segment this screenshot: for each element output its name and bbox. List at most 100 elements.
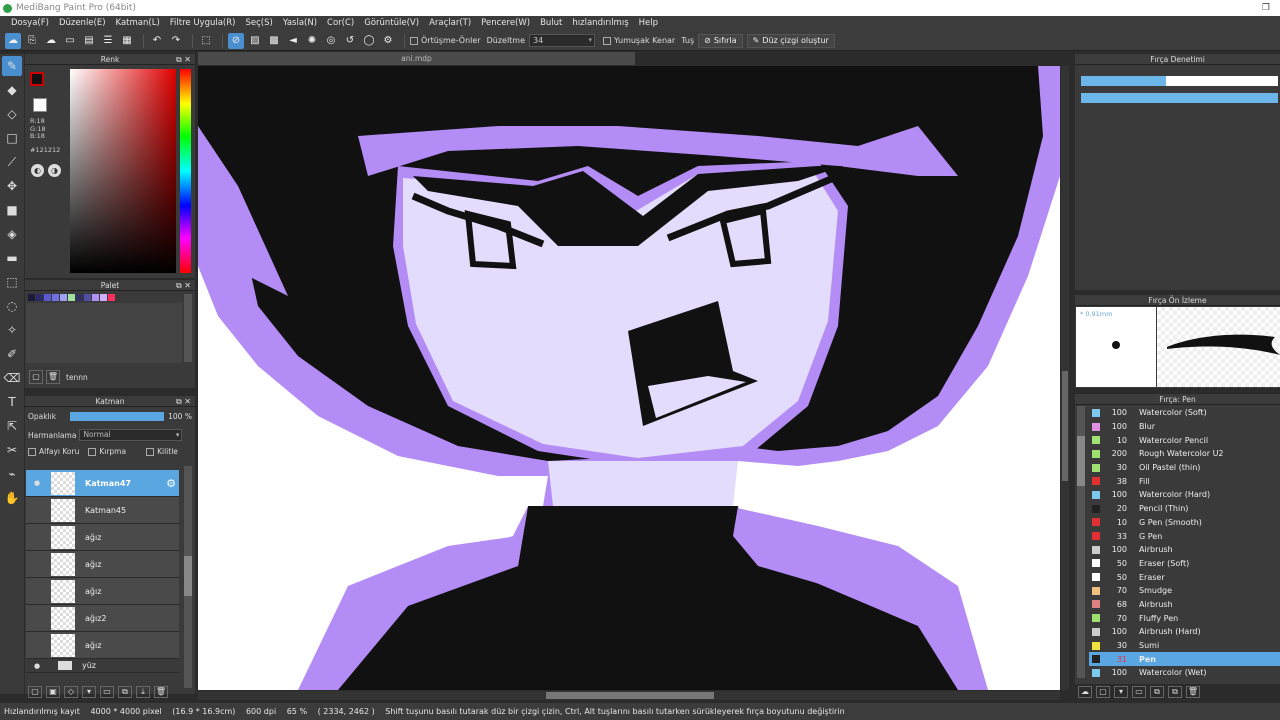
brush-item[interactable]: 100 Watercolor (Soft) — [1089, 406, 1280, 420]
select-rect-tool-icon[interactable]: ⬚ — [2, 272, 22, 292]
restore-button[interactable]: ❐ — [1262, 0, 1270, 16]
background-color-swatch[interactable] — [33, 98, 47, 112]
layer-row[interactable]: ağız — [26, 524, 179, 551]
bucket-tool-icon[interactable]: ◈ — [2, 224, 22, 244]
canvas-horizontal-scrollbar[interactable] — [198, 691, 1060, 700]
blend-select[interactable]: Normal — [79, 429, 183, 441]
snap-vanish-icon[interactable]: ◄ — [285, 33, 301, 49]
gradient-tool-icon[interactable]: ▬ — [2, 248, 22, 268]
soft-edge-checkbox[interactable]: Yumuşak Kenar — [603, 36, 675, 45]
brush-delete-icon[interactable]: 🗑 — [1186, 686, 1200, 698]
correction-select[interactable]: 34 — [529, 34, 596, 47]
grid-icon[interactable]: ▦ — [119, 33, 135, 49]
brush-list-scrollbar[interactable] — [1077, 406, 1085, 678]
brush-mode-icon[interactable]: ☁ — [5, 32, 21, 49]
opacity-slider[interactable] — [70, 412, 165, 421]
palette-swatch[interactable] — [100, 294, 107, 301]
brush-copy-icon[interactable]: ⧉ — [1150, 686, 1164, 698]
cloud-icon[interactable]: ☁ — [43, 33, 59, 49]
palette-swatch[interactable] — [44, 294, 51, 301]
delete-layer-icon[interactable]: 🗑 — [154, 686, 168, 698]
scroll-thumb[interactable] — [184, 556, 192, 596]
scroll-thumb[interactable] — [1062, 371, 1068, 481]
eraser2-tool-icon[interactable]: ◇ — [2, 104, 22, 124]
palette-swatch[interactable] — [92, 294, 99, 301]
menu-item[interactable]: Bulut — [535, 16, 567, 31]
alpha-lock-checkbox[interactable] — [28, 447, 36, 456]
palette-swatch[interactable] — [60, 294, 67, 301]
snap-circle-icon[interactable]: ◎ — [323, 33, 339, 49]
brush-item[interactable]: 100 Airbrush (Hard) — [1089, 625, 1280, 639]
brush-menu-icon[interactable]: ▾ — [1114, 686, 1128, 698]
eraser-tool-icon[interactable]: ◆ — [2, 80, 22, 100]
panel-controls[interactable]: ⧉ ✕ — [176, 280, 191, 291]
snap-cross-icon[interactable]: ▩ — [266, 33, 282, 49]
snap-parallel-icon[interactable]: ▨ — [247, 33, 263, 49]
checkbox-box[interactable] — [603, 36, 612, 45]
divide-tool-icon[interactable]: ✂ — [2, 440, 22, 460]
brush-item[interactable]: 31 Pen — [1089, 652, 1280, 667]
snap-off-icon[interactable]: ⊘ — [228, 32, 244, 49]
drawing-canvas[interactable] — [198, 66, 1060, 690]
new-file-icon[interactable]: ⎘ — [24, 33, 40, 49]
undo-icon[interactable]: ↶ — [149, 33, 165, 49]
hue-slider[interactable] — [180, 69, 191, 273]
layer-folder-row[interactable]: ● yüz — [26, 659, 179, 673]
snap-settings-icon[interactable]: ⚙ — [380, 33, 396, 49]
redo-icon[interactable]: ↷ — [168, 33, 184, 49]
text-tool-icon[interactable]: T — [2, 392, 22, 412]
palette-swatch[interactable] — [28, 294, 35, 301]
overlap-checkbox[interactable]: Örtüşme-Önler — [410, 36, 481, 45]
brush-item[interactable]: 70 Smudge — [1089, 584, 1280, 598]
palette-area[interactable] — [26, 303, 182, 363]
new-1bit-layer-icon[interactable]: ◇ — [64, 686, 78, 698]
straight-line-button[interactable]: ✎ Düz çizgi oluştur — [746, 33, 835, 48]
panel-controls[interactable]: ⧉ ✕ — [176, 396, 191, 407]
lasso-tool-icon[interactable]: ◌ — [2, 296, 22, 316]
menu-item[interactable]: Filtre Uygula(R) — [165, 16, 241, 31]
brush-opacity-slider[interactable] — [1081, 93, 1278, 103]
color-history-icon[interactable]: ◑ — [48, 164, 61, 177]
canvas-vertical-scrollbar[interactable] — [1061, 66, 1069, 690]
visibility-eye-icon[interactable]: ● — [26, 479, 48, 487]
palette-swatch[interactable] — [68, 294, 75, 301]
layer-row[interactable]: ağız — [26, 632, 179, 659]
brush-duplicate-icon[interactable]: ⧉ — [1168, 686, 1182, 698]
menu-item[interactable]: Araçlar(T) — [424, 16, 476, 31]
visibility-eye-icon[interactable]: ● — [26, 662, 48, 670]
menu-item[interactable]: Görüntüle(V) — [359, 16, 424, 31]
new-8bit-layer-icon[interactable]: ▣ — [46, 686, 60, 698]
brush-item[interactable]: 70 Fluffy Pen — [1089, 611, 1280, 625]
page-icon[interactable]: ▤ — [81, 33, 97, 49]
brush-folder-icon[interactable]: ▭ — [1132, 686, 1146, 698]
panel-controls[interactable]: ⧉ ✕ — [176, 54, 191, 65]
new-layer-icon[interactable]: ▢ — [28, 686, 42, 698]
snap-curve-icon[interactable]: ↺ — [342, 33, 358, 49]
checkbox-box[interactable] — [410, 36, 418, 45]
brush-item[interactable]: 10 Watercolor Pencil — [1089, 433, 1280, 447]
brush-item[interactable]: 10 G Pen (Smooth) — [1089, 516, 1280, 530]
palette-swatch[interactable] — [76, 294, 83, 301]
palette-scrollbar[interactable] — [184, 294, 192, 362]
operation-tool-icon[interactable]: ⇱ — [2, 416, 22, 436]
document-tab[interactable]: ani.mdp — [198, 52, 635, 65]
cloud-brush-icon[interactable]: ☁ — [1078, 686, 1092, 698]
menu-item[interactable]: Pencere(W) — [476, 16, 535, 31]
save-icon[interactable]: ▭ — [62, 33, 78, 49]
move-tool-icon[interactable]: ✥ — [2, 176, 22, 196]
add-palette-icon[interactable]: ▢ — [29, 370, 43, 384]
layer-menu-icon[interactable]: ▾ — [82, 686, 96, 698]
select-eraser-tool-icon[interactable]: ⌫ — [2, 368, 22, 388]
brush-item[interactable]: 50 Eraser — [1089, 570, 1280, 584]
line-tool-icon[interactable]: ⟋ — [2, 152, 22, 172]
layer-row[interactable]: ağız — [26, 551, 179, 578]
fill-rect-tool-icon[interactable]: ■ — [2, 200, 22, 220]
lock-checkbox[interactable] — [146, 447, 155, 456]
duplicate-icon[interactable]: ⧉ — [118, 686, 132, 698]
snap-radial-icon[interactable]: ✺ — [304, 33, 320, 49]
delete-palette-icon[interactable]: 🗑 — [46, 370, 60, 384]
palette-swatch[interactable] — [84, 294, 91, 301]
snap-ellipse-icon[interactable]: ◯ — [361, 33, 377, 49]
foreground-color-swatch[interactable] — [30, 72, 44, 86]
brush-item[interactable]: 100 Watercolor (Hard) — [1089, 488, 1280, 502]
